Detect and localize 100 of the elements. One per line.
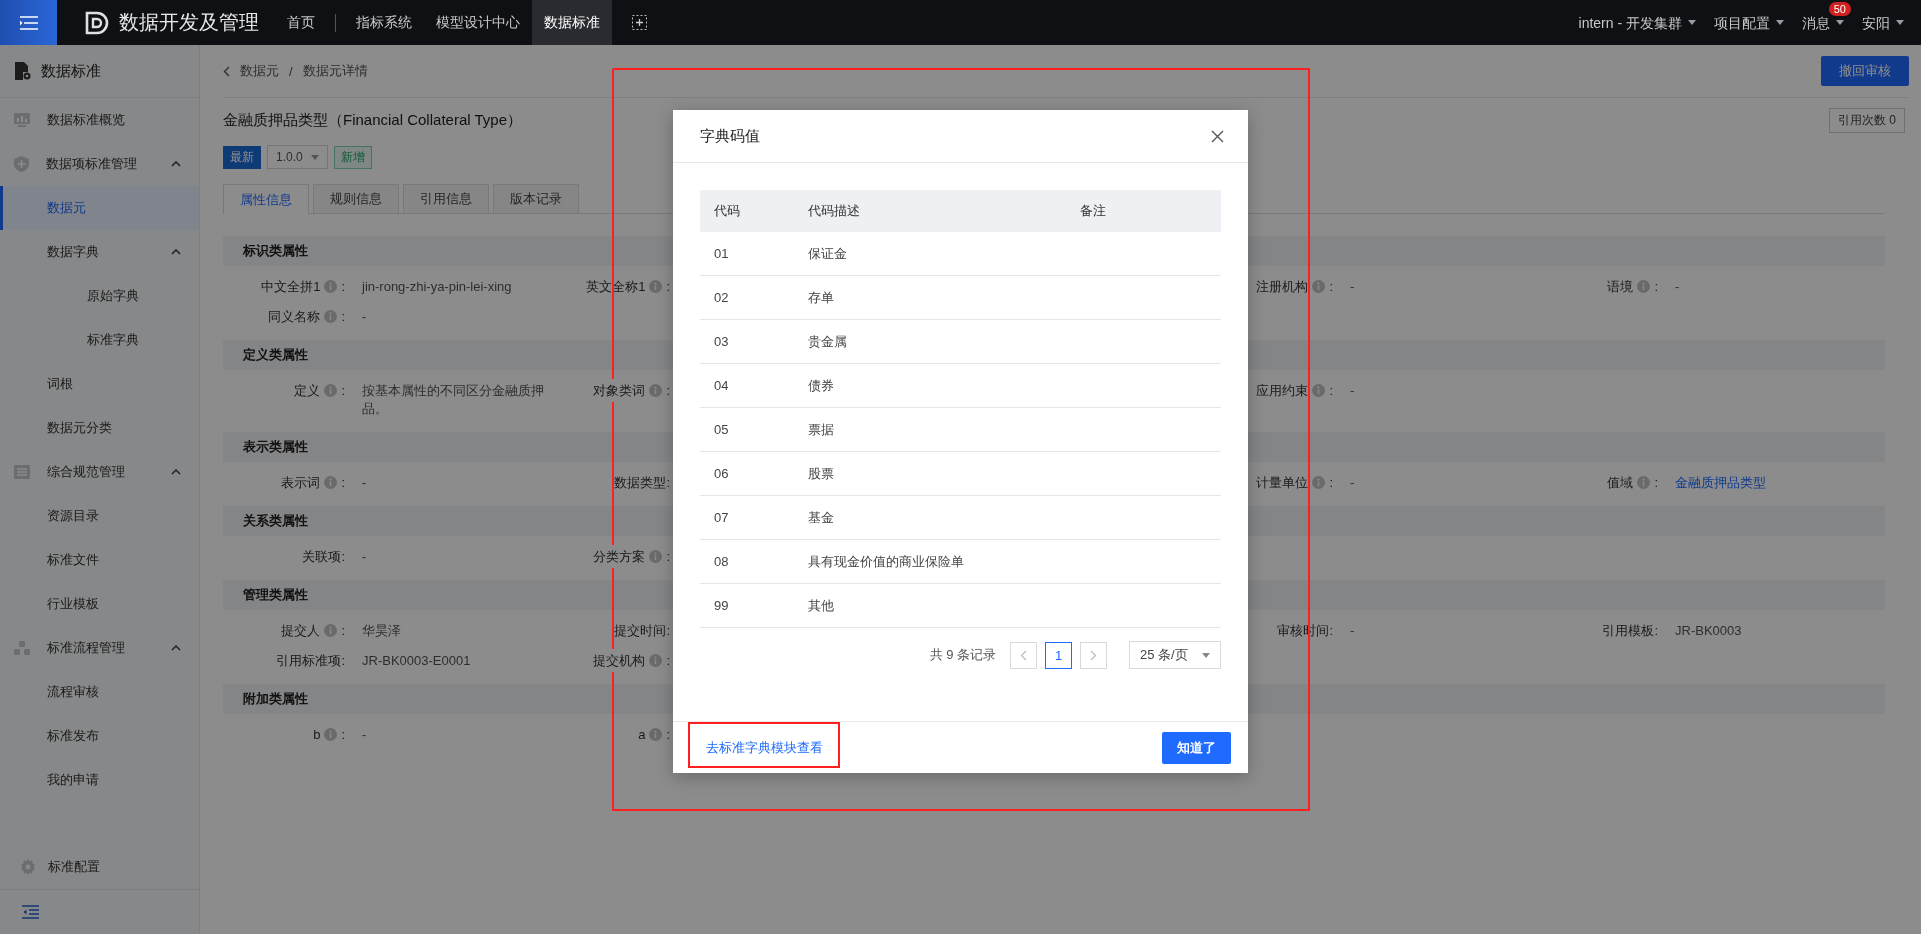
back-icon[interactable] [223, 65, 230, 77]
tab[interactable]: 引用信息 [403, 184, 489, 213]
sidebar-item[interactable]: 原始字典 [0, 274, 199, 318]
shield-icon [14, 156, 29, 172]
table-cell: 具有现金价值的商业保险单 [808, 553, 964, 569]
field-colon: : [341, 308, 345, 326]
add-tab-icon[interactable] [632, 15, 647, 30]
sidebar-item[interactable]: 数据元 [0, 186, 199, 230]
field-colon: : [341, 622, 345, 640]
field-value: jin-rong-zhi-ya-pin-lei-xing [362, 279, 512, 294]
field-value: - [362, 475, 367, 490]
field-value: JR-BK0003-E0001 [362, 653, 471, 668]
field-value: JR-BK0003 [1675, 623, 1742, 638]
column-header: 代码描述 [808, 203, 860, 218]
breadcrumb-separator: / [289, 63, 293, 79]
page-size-select[interactable]: 25 条/页 [1129, 641, 1221, 669]
sidebar-item[interactable]: 标准流程管理 [0, 626, 199, 670]
field-label: a [638, 726, 646, 744]
confirm-button[interactable]: 知道了 [1162, 731, 1231, 764]
sidebar-item[interactable]: 数据字典 [0, 230, 199, 274]
sidebar-item[interactable]: 标准配置 [0, 845, 199, 889]
record-count: 共 9 条记录 [929, 646, 996, 664]
version-select[interactable]: 1.0.0 [267, 145, 328, 169]
menu-button[interactable] [0, 0, 57, 45]
field-label: 表示词 [281, 474, 321, 492]
document-gear-icon [15, 62, 31, 80]
notification-badge: 50 [1828, 1, 1851, 16]
field-label: 提交人 [281, 622, 321, 640]
tab[interactable]: 属性信息 [223, 184, 309, 214]
breadcrumb-link[interactable]: 数据元 [240, 62, 279, 80]
field-label: 同义名称 [268, 308, 321, 326]
field-colon: : [1329, 278, 1333, 296]
chevron-left-icon [1020, 649, 1027, 661]
standard-dictionary-link[interactable]: 去标准字典模块查看 [706, 738, 823, 757]
field-colon: : [1654, 278, 1658, 296]
field-label: 注册机构 [1256, 278, 1309, 296]
column-header: 代码 [714, 203, 740, 218]
hierarchy-icon [14, 641, 30, 655]
field-label: 提交机构 [593, 652, 646, 670]
sidebar-item[interactable]: 综合规范管理 [0, 450, 199, 494]
header-menu[interactable]: 安阳 [1853, 15, 1913, 30]
nav-tab[interactable]: 模型设计中心 [424, 0, 532, 45]
field-value: 按基本属性的不同区分金融质押品。 [362, 383, 544, 416]
field-label: 定义 [294, 382, 321, 400]
caret-icon [310, 154, 319, 160]
field-colon: : [341, 474, 345, 492]
table-cell: 债券 [808, 377, 834, 393]
monitor-icon [14, 113, 30, 127]
field-label: 语境 [1607, 278, 1634, 296]
sidebar-item[interactable]: 标准字典 [0, 318, 199, 362]
page-button[interactable]: 1 [1045, 641, 1072, 669]
nav-tab[interactable]: 指标系统 [344, 0, 424, 45]
gear-icon [20, 859, 36, 875]
table-cell: 基金 [808, 509, 834, 525]
field-label: 中文全拼1 [261, 278, 321, 296]
field-label: 值域 [1607, 474, 1634, 492]
sidebar-item[interactable]: 我的申请 [0, 758, 199, 802]
field-colon: : [666, 726, 670, 744]
field-value: - [1350, 279, 1355, 294]
field-colon: : [341, 382, 345, 400]
sidebar-item[interactable]: 词根 [0, 362, 199, 406]
field-value: - [1350, 383, 1355, 398]
field-value: - [362, 309, 367, 324]
field-label: b [313, 726, 321, 744]
field-value: - [1350, 623, 1355, 638]
table-cell: 04 [714, 378, 729, 393]
sidebar-item[interactable]: 标准发布 [0, 714, 199, 758]
field-label: 提交时间: [614, 622, 670, 640]
header-menu[interactable]: 项目配置 [1705, 15, 1793, 30]
sidebar-item[interactable]: 数据项标准管理 [0, 142, 199, 186]
field-colon: : [1654, 474, 1658, 492]
sidebar-item[interactable]: 数据标准概览 [0, 98, 199, 142]
sidebar-item[interactable]: 数据元分类 [0, 406, 199, 450]
field-label: 对象类词 [593, 382, 646, 400]
withdraw-review-button[interactable]: 撤回审核 [1821, 56, 1909, 86]
table-cell: 02 [714, 290, 729, 305]
tab[interactable]: 规则信息 [313, 184, 399, 213]
caret-icon [1836, 20, 1844, 25]
sidebar-item[interactable]: 标准文件 [0, 538, 199, 582]
column-header: 备注 [1080, 203, 1106, 218]
sidebar-item[interactable]: 流程审核 [0, 670, 199, 714]
field-label: 引用标准项: [276, 652, 345, 670]
table-cell: 保证金 [808, 245, 847, 261]
field-label: 应用约束 [1256, 382, 1309, 400]
header-menu[interactable]: intern - 开发集群 [1569, 15, 1705, 30]
value-link[interactable]: 金融质押品类型 [1675, 475, 1766, 490]
field-label: 关联项: [302, 548, 345, 566]
field-colon: : [666, 278, 670, 296]
header-menu[interactable]: 消息 [1793, 15, 1853, 30]
nav-tab[interactable]: 首页 [275, 0, 327, 45]
sidebar-item[interactable]: 行业模板 [0, 582, 199, 626]
table-cell: 其他 [808, 597, 834, 613]
collapse-menu-icon[interactable] [22, 905, 39, 919]
field-value: - [362, 727, 367, 742]
tab[interactable]: 版本记录 [493, 184, 579, 213]
nav-tab[interactable]: 数据标准 [532, 0, 612, 45]
sidebar-item[interactable]: 资源目录 [0, 494, 199, 538]
breadcrumb-link[interactable]: 数据元详情 [302, 62, 368, 80]
table-cell: 99 [714, 598, 729, 613]
field-value: 华昊泽 [362, 623, 401, 638]
